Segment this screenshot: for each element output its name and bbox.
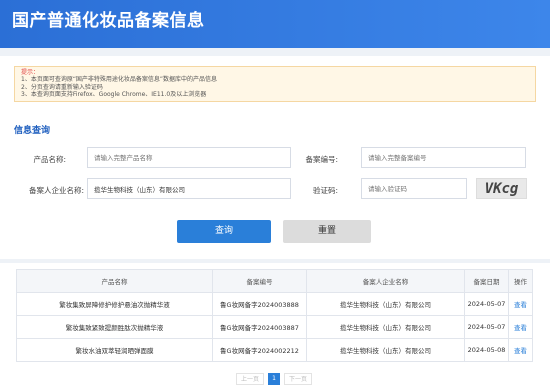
- company-cell: 揽华生物科技（山东）有限公司: [306, 338, 465, 362]
- notice-line: 3、本查询页面支持Firefox、Google Chrome、IE11.0及以上…: [21, 91, 207, 98]
- column-header: 备案人企业名称: [306, 269, 465, 293]
- captcha-label: 验证码:: [312, 186, 338, 195]
- product-name-cell: 繁妆水油双萃轻润晒弹面膜: [16, 338, 213, 362]
- result-table: 产品名称 备案编号 备案人企业名称 备案日期 操作 繁妆集致屏障修护修护悬油次抛…: [16, 269, 533, 362]
- column-header: 操作: [508, 269, 533, 293]
- company-input[interactable]: [87, 178, 291, 199]
- company-cell: 揽华生物科技（山东）有限公司: [306, 292, 465, 316]
- date-cell: 2024-05-07: [464, 315, 509, 339]
- column-header: 备案日期: [464, 269, 509, 293]
- next-page-button[interactable]: 下一页: [284, 373, 312, 385]
- captcha-input[interactable]: [361, 178, 467, 199]
- product-name-cell: 繁妆集致紧致提颜胜肽次抛精华液: [16, 315, 213, 339]
- record-no-cell: 鲁G妆网备字2024002212: [212, 338, 307, 362]
- record-no-input[interactable]: [361, 147, 526, 168]
- prev-page-button[interactable]: 上一页: [236, 373, 264, 385]
- view-link[interactable]: 查看: [508, 338, 533, 362]
- notice-line: 1、本页面可查询原“国产非特殊用途化妆品备案信息”数据库中的产品信息: [21, 76, 218, 83]
- record-no-label: 备案编号:: [305, 155, 338, 164]
- table-row: 繁妆集致屏障修护修护悬油次抛精华液 鲁G妆网备字2024003888 揽华生物科…: [16, 292, 533, 316]
- table-header-row: 产品名称 备案编号 备案人企业名称 备案日期 操作: [16, 269, 533, 293]
- column-header: 备案编号: [212, 269, 307, 293]
- company-label: 备案人企业名称:: [28, 186, 84, 195]
- section-title: 信息查询: [14, 126, 51, 136]
- view-link[interactable]: 查看: [508, 315, 533, 339]
- table-row: 繁妆集致紧致提颜胜肽次抛精华液 鲁G妆网备字2024003887 揽华生物科技（…: [16, 315, 533, 339]
- record-no-cell: 鲁G妆网备字2024003887: [212, 315, 307, 339]
- column-header: 产品名称: [16, 269, 213, 293]
- record-no-cell: 鲁G妆网备字2024003888: [212, 292, 307, 316]
- product-name-input[interactable]: [87, 147, 291, 168]
- notice-box: 提示： 1、本页面可查询原“国产非特殊用途化妆品备案信息”数据库中的产品信息 2…: [14, 66, 536, 102]
- table-row: 繁妆水油双萃轻润晒弹面膜 鲁G妆网备字2024002212 揽华生物科技（山东）…: [16, 338, 533, 362]
- search-button[interactable]: 查询: [177, 220, 271, 243]
- page-1-button[interactable]: 1: [268, 373, 280, 385]
- reset-button[interactable]: 重置: [283, 220, 371, 243]
- notice-line: 2、分页查询请重新输入验证码: [21, 83, 103, 91]
- view-link[interactable]: 查看: [508, 292, 533, 316]
- header-bar: 国产普通化妆品备案信息: [0, 0, 550, 48]
- page-title: 国产普通化妆品备案信息: [12, 11, 205, 31]
- result-panel: 产品名称 备案编号 备案人企业名称 备案日期 操作 繁妆集致屏障修护修护悬油次抛…: [0, 263, 550, 389]
- captcha-image[interactable]: VKcg: [476, 178, 527, 199]
- product-name-label: 产品名称:: [33, 155, 66, 164]
- date-cell: 2024-05-08: [464, 338, 509, 362]
- product-name-cell: 繁妆集致屏障修护修护悬油次抛精华液: [16, 292, 213, 316]
- notice-heading: 提示：: [21, 69, 40, 76]
- company-cell: 揽华生物科技（山东）有限公司: [306, 315, 465, 339]
- date-cell: 2024-05-07: [464, 292, 509, 316]
